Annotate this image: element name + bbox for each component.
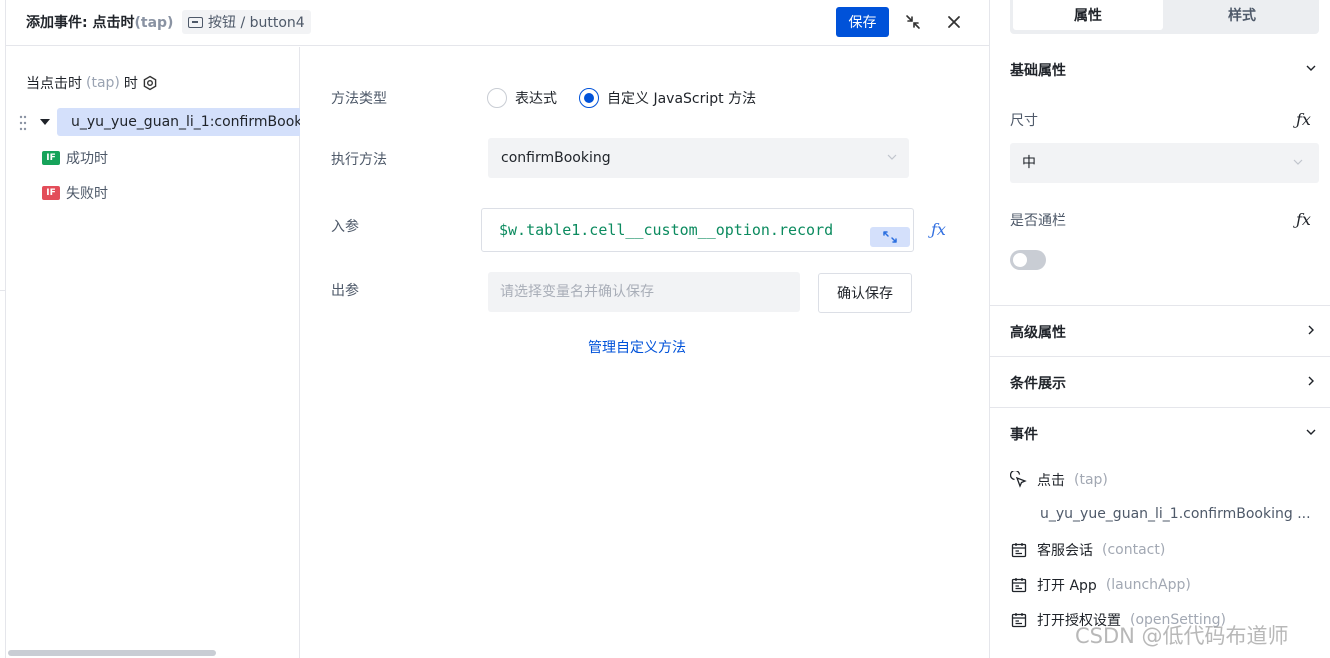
horizontal-scrollbar[interactable]	[8, 650, 216, 656]
radio-expression-label[interactable]: 表达式	[515, 88, 557, 108]
section-basic[interactable]: 基础属性	[1010, 60, 1320, 80]
if-fail-badge: IF	[42, 186, 60, 200]
branch-fail[interactable]: IF 失败时	[42, 183, 108, 203]
chevron-down-icon	[1293, 159, 1303, 165]
component-chip-label: 按钮 / button4	[208, 15, 305, 31]
props-tabs: 属性 样式	[1010, 0, 1319, 34]
event-contact-label: 客服会话	[1037, 543, 1093, 559]
editor-title-event: (tap)	[134, 15, 174, 31]
fx-icon[interactable]: ƒx	[931, 220, 946, 239]
branch-success-label: 成功时	[66, 151, 108, 167]
divider	[990, 356, 1330, 357]
exec-method-select[interactable]: confirmBooking	[488, 138, 909, 178]
tree-node-action[interactable]: u_yu_yue_guan_li_1:confirmBooking	[57, 108, 300, 136]
save-button[interactable]: 保存	[836, 7, 889, 37]
full-width-fx-icon[interactable]: ƒx	[1296, 210, 1311, 229]
input-param-field[interactable]: $w.table1.cell__custom__option.record	[481, 208, 914, 252]
collapse-icon[interactable]	[904, 13, 922, 31]
section-condition[interactable]: 条件展示	[1010, 373, 1320, 393]
chevron-down-icon	[1306, 65, 1316, 71]
section-condition-label: 条件展示	[1010, 376, 1066, 392]
calendar-icon	[1011, 613, 1027, 628]
input-param-value: $w.table1.cell__custom__option.record	[499, 221, 834, 239]
tree-title-event: (tap)	[86, 75, 120, 91]
drag-handle-icon[interactable]	[19, 115, 27, 131]
calendar-icon	[1011, 543, 1027, 558]
expand-editor-button[interactable]	[870, 227, 910, 247]
radio-custom-js[interactable]	[579, 88, 599, 108]
event-tap-label: 点击	[1037, 473, 1065, 489]
section-basic-label: 基础属性	[1010, 63, 1066, 79]
pointer-click-icon	[1010, 471, 1027, 488]
full-width-toggle[interactable]	[1010, 250, 1046, 270]
component-chip: 按钮 / button4	[182, 10, 311, 34]
event-launch-app-label: 打开 App	[1037, 578, 1097, 594]
section-events-label: 事件	[1010, 427, 1038, 443]
editor-title-prefix: 添加事件: 点击时	[26, 15, 135, 31]
watermark: CSDN @低代码布道师	[1075, 624, 1289, 648]
close-icon[interactable]	[945, 13, 963, 31]
settings-icon[interactable]	[142, 75, 158, 91]
section-advanced[interactable]: 高级属性	[1010, 322, 1320, 342]
properties-panel: 属性 样式 基础属性 尺寸 ƒx 中 是否通栏 ƒx 高级属性 条件展示 事件 …	[989, 0, 1330, 658]
event-tap-action[interactable]: u_yu_yue_guan_li_1.confirmBooking ...	[1040, 506, 1311, 522]
event-contact[interactable]: 客服会话 (contact)	[1010, 540, 1165, 560]
radio-expression[interactable]	[487, 88, 507, 108]
event-tap[interactable]: 点击 (tap)	[1010, 470, 1108, 490]
exec-method-value: confirmBooking	[501, 150, 611, 166]
event-editor-panel: 添加事件: 点击时(tap) 按钮 / button4 保存 当点击时 (tap)…	[5, 0, 989, 658]
event-tap-code: (tap)	[1074, 472, 1108, 488]
chevron-right-icon	[1308, 376, 1314, 386]
branch-success[interactable]: IF 成功时	[42, 148, 108, 168]
event-contact-code: (contact)	[1102, 542, 1166, 558]
tree-title-suffix: 时	[123, 76, 138, 92]
manage-custom-methods-link[interactable]: 管理自定义方法	[588, 337, 686, 357]
output-param-field[interactable]: 请选择变量名并确认保存	[488, 272, 800, 312]
section-advanced-label: 高级属性	[1010, 325, 1066, 341]
event-launch-app[interactable]: 打开 App (launchApp)	[1010, 575, 1191, 595]
method-type-radio-group: 表达式 自定义 JavaScript 方法	[487, 88, 756, 108]
output-param-label: 出参	[331, 283, 359, 299]
editor-header: 添加事件: 点击时(tap) 按钮 / button4 保存	[6, 0, 989, 46]
action-form: 方法类型 表达式 自定义 JavaScript 方法 执行方法 confirmB…	[301, 47, 989, 658]
divider	[990, 407, 1330, 408]
input-param-label: 入参	[331, 219, 359, 235]
chevron-right-icon	[1308, 325, 1314, 335]
event-tree: 当点击时 (tap) 时 u_yu_yue_guan_li_1:confirmBoo…	[6, 47, 300, 658]
exec-method-label: 执行方法	[331, 152, 387, 168]
expand-icon	[883, 231, 897, 243]
full-width-label: 是否通栏	[1010, 213, 1066, 229]
chevron-down-icon	[1306, 429, 1316, 435]
tree-title-prefix: 当点击时	[26, 76, 82, 92]
tree-title: 当点击时 (tap) 时	[26, 73, 158, 93]
branch-fail-label: 失败时	[66, 186, 108, 202]
button-component-icon	[188, 16, 203, 28]
size-value: 中	[1022, 155, 1036, 171]
editor-title: 添加事件: 点击时(tap)	[26, 12, 173, 32]
method-type-label: 方法类型	[331, 91, 387, 107]
tab-properties[interactable]: 属性	[1013, 0, 1163, 30]
confirm-save-button[interactable]: 确认保存	[818, 273, 912, 313]
size-label: 尺寸	[1010, 113, 1038, 129]
divider	[990, 305, 1330, 306]
size-fx-icon[interactable]: ƒx	[1296, 110, 1311, 129]
chevron-down-icon	[887, 154, 897, 160]
calendar-icon	[1011, 578, 1027, 593]
if-success-badge: IF	[42, 151, 60, 165]
section-events[interactable]: 事件	[1010, 424, 1320, 444]
tab-styles[interactable]: 样式	[1167, 0, 1317, 30]
size-select[interactable]: 中	[1010, 143, 1319, 183]
event-launch-app-code: (launchApp)	[1105, 577, 1191, 593]
expand-caret-icon[interactable]	[40, 119, 50, 125]
radio-custom-js-label[interactable]: 自定义 JavaScript 方法	[607, 88, 756, 108]
